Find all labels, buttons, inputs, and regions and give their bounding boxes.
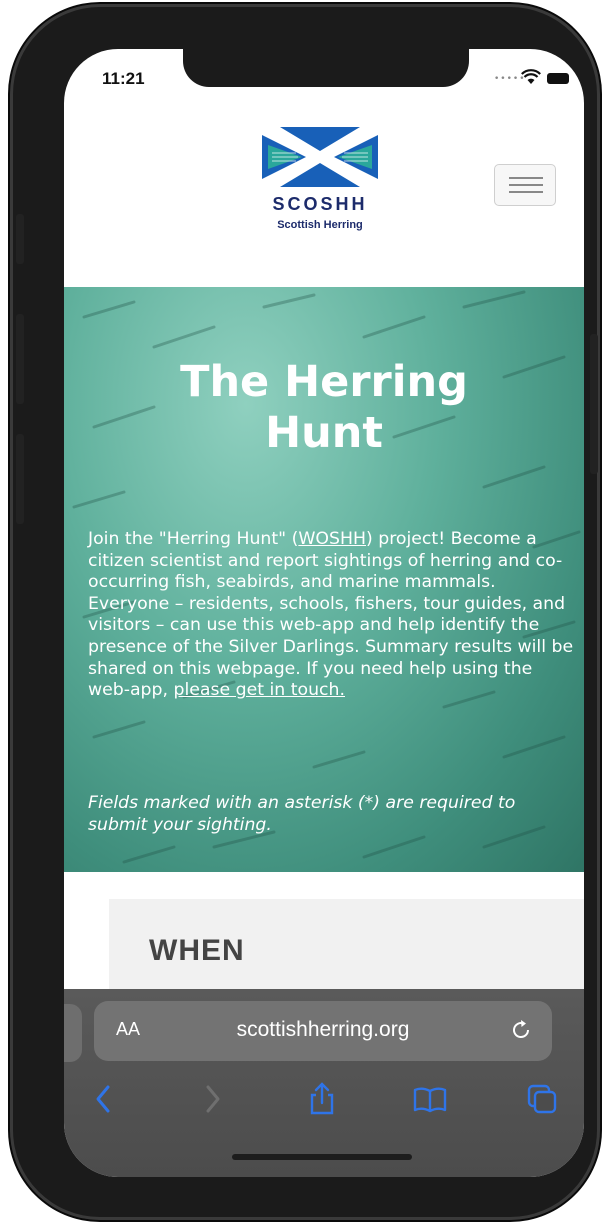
phone-frame: 11:21 ••••• SCOSHH Scottish Herring The … [10,4,600,1220]
silent-switch [16,214,24,264]
volume-down-button [16,434,24,524]
logo-subtitle: Scottish Herring [277,219,363,231]
woshh-link[interactable]: WOSHH [298,529,366,549]
hero-banner: The Herring Hunt Join the "Herring Hunt"… [64,287,584,872]
hamburger-menu-button[interactable] [494,164,556,206]
hamburger-icon-line [509,184,543,186]
volume-up-button [16,314,24,404]
required-fields-note: Fields marked with an asterisk (*) are r… [88,793,516,835]
browser-toolbar: AA scottishherring.org [64,989,584,1177]
address-bar[interactable]: AA scottishherring.org [94,1001,552,1061]
intro-text-body: ) project! Become a citizen scientist an… [88,529,574,701]
share-icon[interactable] [304,1081,340,1117]
previous-tab-preview[interactable] [64,1004,82,1062]
notch [183,49,469,87]
status-time: 11:21 [102,69,145,88]
back-icon[interactable] [86,1081,122,1117]
hamburger-icon-line [509,191,543,193]
battery-icon [547,73,569,84]
power-button [590,334,598,474]
phone-screen: 11:21 ••••• SCOSHH Scottish Herring The … [64,49,584,1177]
forward-icon[interactable] [194,1081,230,1117]
when-section-title: WHEN [149,934,245,967]
saltire-fish-logo-icon [262,127,378,187]
hamburger-icon-line [509,177,543,179]
intro-paragraph: Join the "Herring Hunt" (WOSHH) project!… [88,529,574,702]
page-title: The Herring Hunt [180,357,468,458]
intro-text-start: Join the "Herring Hunt" ( [88,529,299,549]
tabs-icon[interactable] [524,1081,560,1117]
reload-icon[interactable] [508,1017,534,1043]
browser-nav-row [64,1081,584,1125]
bookmarks-icon[interactable] [412,1081,448,1117]
wifi-icon [521,69,541,84]
home-indicator[interactable] [232,1154,412,1160]
url-text: scottishherring.org [236,1018,410,1041]
logo-name: SCOSHH [272,194,368,214]
contact-link[interactable]: please get in touch. [174,680,346,700]
site-header: SCOSHH Scottish Herring [64,107,584,287]
scoshh-logo[interactable]: SCOSHH Scottish Herring [258,127,382,252]
